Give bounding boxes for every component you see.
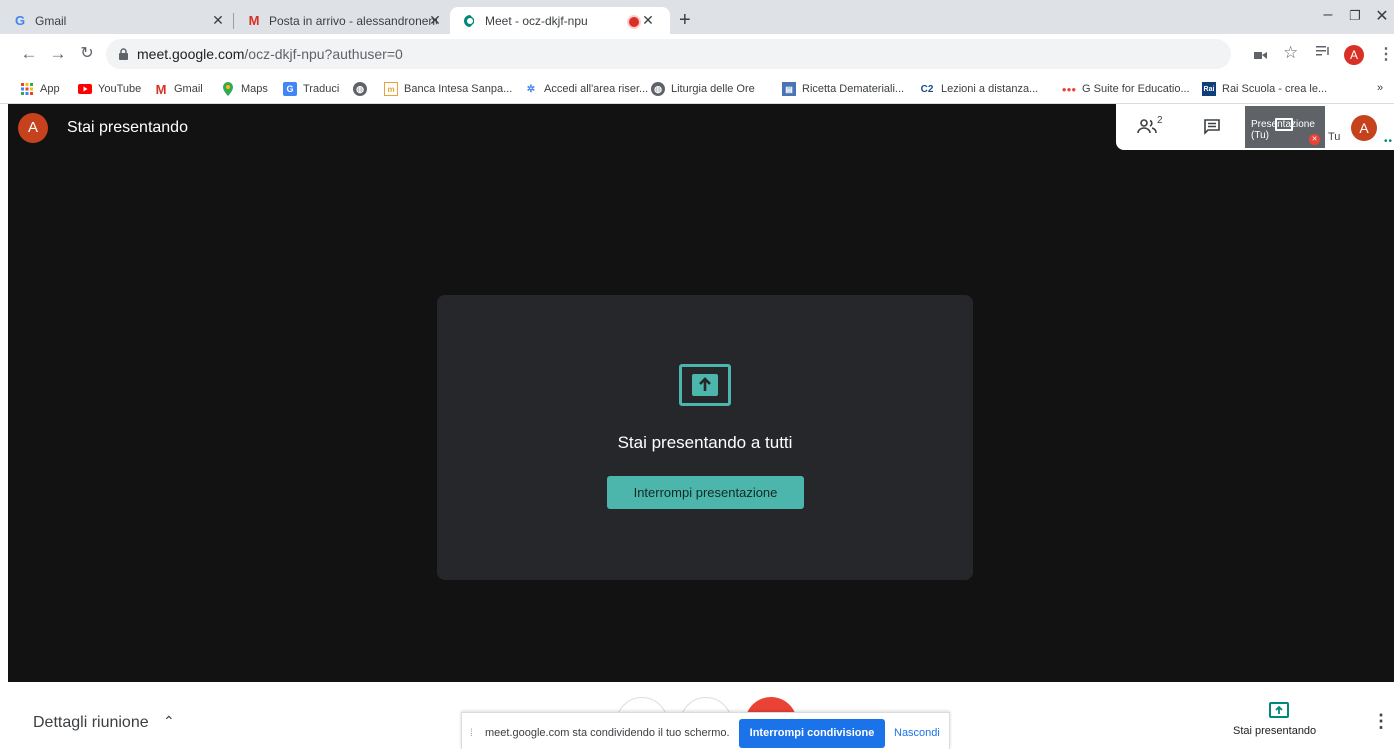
bookmark-youtube[interactable]: YouTube	[78, 82, 141, 96]
self-presentation-tile[interactable]: Presentazione (Tu) ✕	[1245, 106, 1325, 148]
reload-icon[interactable]: ↻	[77, 45, 97, 63]
bookmark-label: Traduci	[303, 83, 340, 95]
participants-count: 2	[1157, 115, 1163, 126]
rai-icon: Rai	[1202, 82, 1216, 96]
presenting-icon[interactable]	[1269, 702, 1289, 718]
self-avatar[interactable]: A	[1351, 115, 1377, 141]
tab-title: Meet - ocz-dkjf-npu	[485, 13, 588, 28]
presenter-avatar: A	[18, 113, 48, 143]
tab-title: Posta in arrivo - alessandronencio	[269, 13, 437, 28]
url-text: meet.google.com/ocz-dkjf-npu?authuser=0	[137, 46, 403, 62]
bookmark-globe[interactable]: ◍	[353, 82, 373, 96]
bookmark-maps[interactable]: Maps	[221, 82, 268, 96]
c2-icon: C2	[920, 83, 934, 95]
maximize-icon[interactable]: ❐	[1345, 8, 1365, 24]
stop-presenting-button[interactable]: Interrompi presentazione	[607, 476, 804, 509]
more-options-icon[interactable]: ⋮	[1372, 712, 1390, 730]
browser-toolbar: ← → ↻ meet.google.com/ocz-dkjf-npu?authu…	[0, 34, 1394, 76]
bookmark-label: Liturgia delle Ore	[671, 83, 755, 95]
media-control-icon[interactable]	[1316, 45, 1332, 62]
share-notice-text: meet.google.com sta condividendo il tuo …	[485, 727, 730, 739]
bookmark-liturgia[interactable]: ◍ Liturgia delle Ore	[651, 82, 755, 96]
bookmark-label: Maps	[241, 83, 268, 95]
hide-button[interactable]: Nascondi	[894, 727, 940, 739]
close-tab-icon[interactable]: ✕	[210, 12, 226, 28]
doc-icon: ▤	[782, 82, 796, 96]
bookmark-label: YouTube	[98, 83, 142, 95]
gmail-icon: M	[248, 13, 260, 28]
bookmark-gmail[interactable]: M Gmail	[154, 81, 203, 97]
drag-handle-icon[interactable]: ⁞	[470, 728, 473, 739]
meeting-details-button[interactable]: Dettagli riunione	[33, 714, 149, 732]
bookmark-traduci[interactable]: G Traduci	[283, 82, 339, 96]
back-icon[interactable]: ←	[19, 45, 39, 63]
bookmark-rai[interactable]: Rai Rai Scuola - crea le...	[1202, 82, 1327, 96]
tab-title: Gmail	[35, 13, 67, 28]
globe-icon: ◍	[651, 82, 665, 96]
tab-gmail[interactable]: G Gmail ✕	[0, 7, 232, 34]
bookmark-label: Rai Scuola - crea le...	[1222, 83, 1328, 95]
more-dots-icon[interactable]: ••	[1384, 136, 1393, 147]
camera-icon[interactable]	[1254, 47, 1267, 63]
presenter-header: A Stai presentando	[18, 113, 188, 143]
forward-icon[interactable]: →	[48, 45, 68, 63]
arrow-up-icon	[699, 377, 711, 391]
bookmark-ricetta[interactable]: ▤ Ricetta Demateriali...	[782, 82, 904, 96]
stop-sharing-button[interactable]: Interrompi condivisione	[739, 719, 885, 748]
maps-icon	[221, 82, 235, 96]
bookmarks-bar: App YouTube M Gmail Maps G Traduci ◍ m Banc…	[0, 76, 1394, 104]
bookmark-label: Banca Intesa Sanpa...	[404, 83, 513, 95]
bookmarks-more-button[interactable]: »	[1377, 82, 1383, 94]
bookmark-banca[interactable]: m Banca Intesa Sanpa...	[384, 82, 512, 96]
meet-icon	[462, 13, 478, 29]
present-screen-icon	[679, 364, 731, 406]
bookmark-app[interactable]: App	[20, 82, 60, 96]
star-icon: ✲	[526, 83, 536, 95]
tab-strip: G Gmail ✕ M Posta in arrivo - alessandro…	[0, 0, 1394, 34]
tab-posta[interactable]: M Posta in arrivo - alessandronencio ✕	[234, 7, 449, 34]
gsuite-icon: ●●●	[1061, 84, 1077, 94]
participants-button[interactable]: 2	[1137, 115, 1163, 139]
bookmark-lezioni[interactable]: C2 Lezioni a distanza...	[919, 82, 1039, 96]
presenting-label[interactable]: Stai presentando	[1233, 725, 1316, 737]
new-tab-button[interactable]: +	[679, 10, 691, 30]
youtube-icon	[78, 82, 92, 96]
globe-icon: ◍	[353, 82, 367, 96]
card-title: Stai presentando a tutti	[617, 433, 793, 452]
lock-icon	[119, 47, 128, 65]
translate-icon: G	[283, 82, 297, 96]
mic-off-icon: ✕	[1309, 134, 1320, 145]
bookmark-label: Lezioni a distanza...	[941, 83, 1039, 95]
chevron-up-icon[interactable]: ⌃	[163, 713, 175, 730]
chat-button[interactable]	[1203, 118, 1221, 141]
recording-icon	[627, 15, 641, 29]
close-window-icon[interactable]: ✕	[1372, 6, 1392, 26]
bookmark-star-icon[interactable]: ☆	[1283, 43, 1298, 63]
self-label: Tu	[1328, 131, 1341, 143]
close-tab-icon[interactable]: ✕	[427, 12, 443, 28]
bank-icon: m	[384, 82, 398, 96]
bookmark-label: G Suite for Educatio...	[1082, 83, 1190, 95]
bookmark-label: App	[40, 83, 60, 95]
bookmark-accedi[interactable]: ✲ Accedi all'area riser...	[524, 82, 648, 96]
bookmark-label: Ricetta Demateriali...	[802, 83, 905, 95]
close-tab-icon[interactable]: ✕	[640, 12, 656, 28]
profile-avatar[interactable]: A	[1344, 45, 1364, 65]
apps-icon	[20, 82, 34, 96]
bookmark-label: Accedi all'area riser...	[544, 83, 649, 95]
bookmark-gsuite[interactable]: ●●● G Suite for Educatio...	[1062, 82, 1190, 96]
menu-kebab-icon[interactable]: ⋮	[1378, 44, 1394, 64]
url-host: meet.google.com	[137, 46, 245, 62]
google-icon: G	[14, 13, 26, 28]
chat-icon	[1203, 119, 1221, 140]
url-path: /ocz-dkjf-npu?authuser=0	[244, 46, 403, 62]
tab-meet[interactable]: Meet - ocz-dkjf-npu ✕	[450, 7, 670, 34]
people-icon	[1137, 119, 1157, 138]
gmail-icon: M	[155, 81, 167, 97]
minimize-icon[interactable]: –	[1318, 6, 1338, 24]
bookmark-label: Gmail	[174, 83, 203, 95]
present-screen-icon	[1275, 118, 1293, 131]
presenter-title: Stai presentando	[67, 119, 188, 136]
